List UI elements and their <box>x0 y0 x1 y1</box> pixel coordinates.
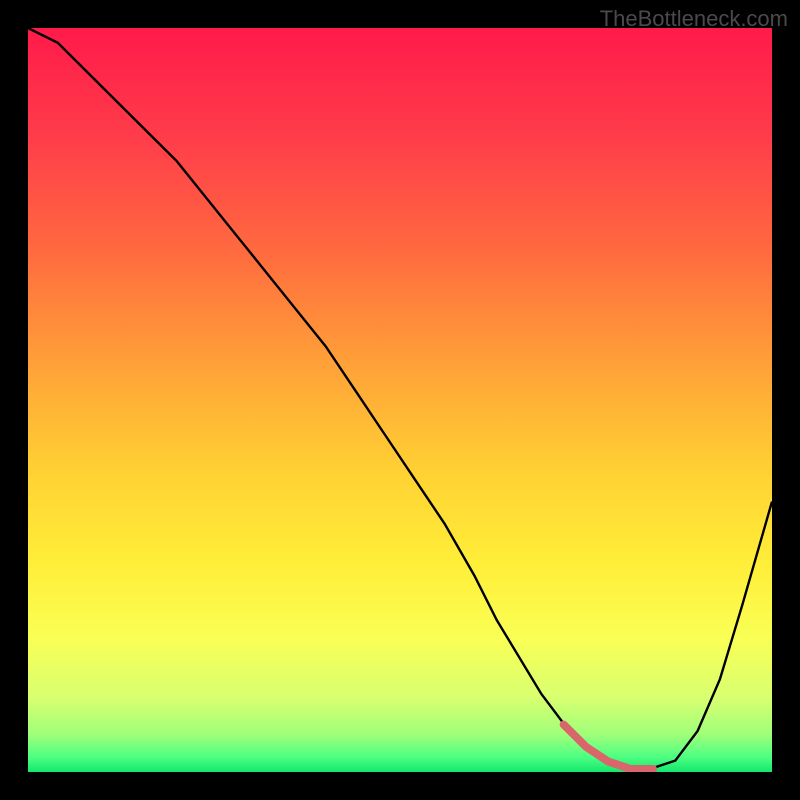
watermark-text: TheBottleneck.com <box>600 6 788 32</box>
chart-container <box>28 28 772 772</box>
highlight-region <box>28 28 772 772</box>
